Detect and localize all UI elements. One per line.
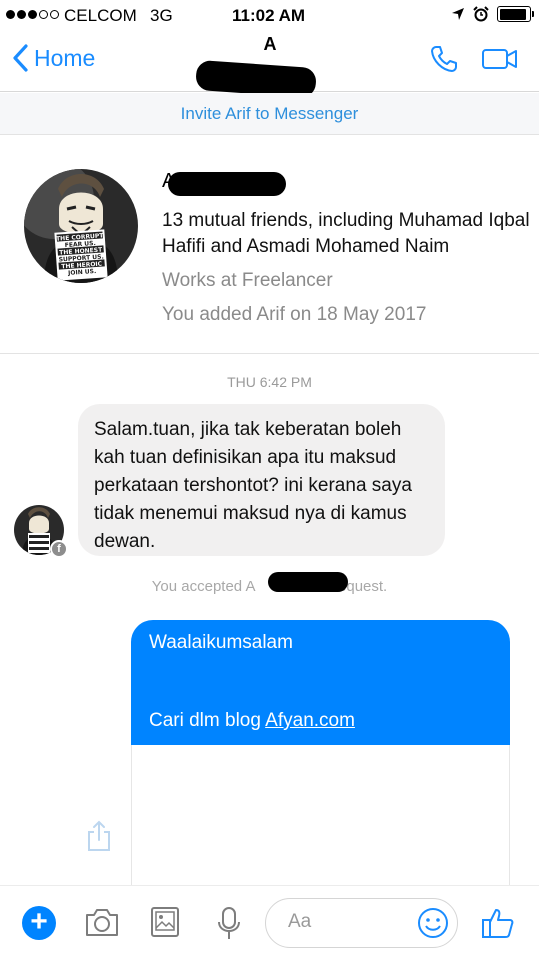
contact-profile-card: THE CORRUPT FEAR US. THE HONEST SUPPORT … — [0, 136, 539, 354]
thumbs-up-icon[interactable] — [481, 906, 515, 940]
work-info: Works at Freelancer — [162, 270, 333, 291]
conversation-header: Home A Facebook — [0, 30, 539, 99]
message-composer: + Aa — [0, 885, 539, 960]
status-bar: CELCOM 3G 11:02 AM — [0, 0, 539, 30]
redaction-mark — [168, 172, 286, 196]
gallery-icon[interactable] — [150, 906, 180, 938]
outgoing-message-line: Waalaikumsalam — [149, 632, 293, 653]
back-chevron-icon — [13, 44, 28, 72]
carrier-name: CELCOM — [64, 6, 137, 25]
status-time: 11:02 AM — [232, 6, 306, 25]
video-camera-icon[interactable] — [481, 46, 519, 72]
location-arrow-icon — [452, 8, 464, 20]
facebook-badge-icon: f — [50, 540, 68, 558]
microphone-icon[interactable] — [216, 906, 242, 942]
redaction-mark — [268, 572, 348, 592]
back-button[interactable]: Home — [12, 44, 95, 72]
message-input-placeholder: Aa — [288, 911, 312, 932]
incoming-message-bubble[interactable]: Salam.tuan, jika tak keberatan boleh kah… — [78, 404, 445, 556]
phone-icon[interactable] — [429, 44, 459, 74]
battery-icon — [497, 6, 534, 22]
message-timestamp: THU 6:42 PM — [227, 374, 312, 390]
outgoing-message-bubble[interactable]: Waalaikumsalam Cari dlm blog Afyan.com — [131, 620, 510, 745]
contact-avatar[interactable]: THE CORRUPT FEAR US. THE HONEST SUPPORT … — [24, 169, 138, 283]
invite-to-messenger-link[interactable]: Invite Arif to Messenger — [0, 93, 539, 135]
network-type: 3G — [150, 6, 173, 25]
accepted-visible-text: A — [245, 578, 255, 595]
outgoing-message-text: Cari dlm blog — [149, 710, 266, 731]
added-date-info: You added Arif on 18 May 2017 — [162, 304, 427, 325]
contact-name: A — [263, 34, 277, 54]
alarm-icon — [473, 6, 489, 22]
outgoing-message-line: Cari dlm blog Afyan.com — [149, 710, 355, 732]
back-label: Home — [34, 44, 96, 71]
plus-icon[interactable]: + — [22, 906, 56, 940]
accepted-prefix: You accepted — [151, 578, 243, 595]
message-input[interactable]: Aa — [265, 898, 458, 948]
afyan-link[interactable]: Afyan.com — [265, 710, 355, 731]
camera-icon[interactable] — [84, 906, 120, 938]
emoji-icon[interactable] — [417, 907, 449, 939]
link-preview-card[interactable] — [131, 745, 510, 890]
signal-strength-icon — [6, 10, 59, 19]
mutual-friends-text: 13 mutual friends, including Muhamad Iqb… — [162, 210, 530, 257]
share-icon[interactable] — [86, 820, 112, 852]
